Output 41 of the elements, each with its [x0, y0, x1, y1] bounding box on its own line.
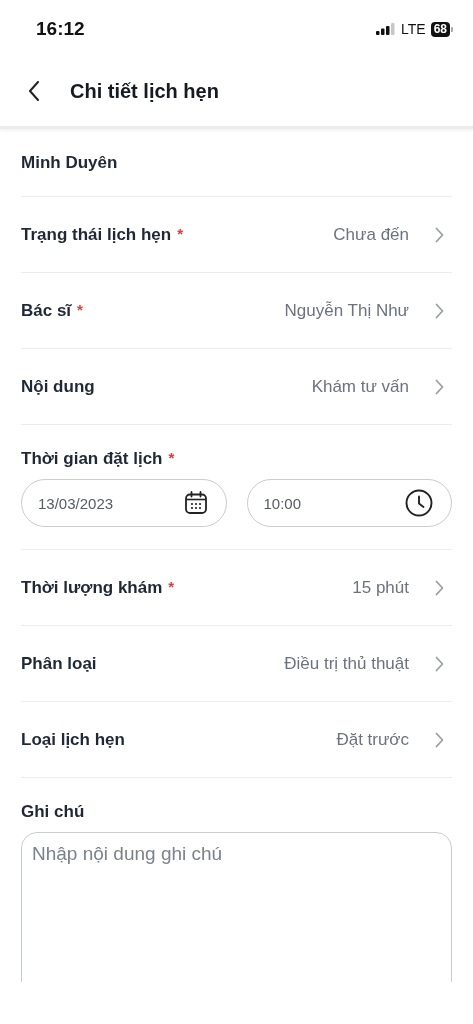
field-value: 15 phút — [352, 577, 409, 598]
chevron-right-icon — [435, 378, 444, 395]
field-value: Đặt trước — [336, 729, 409, 750]
select-row[interactable]: Bác sĩ * Nguyễn Thị Như — [21, 273, 452, 349]
field-value: Điều trị thủ thuật — [284, 653, 409, 674]
field-label: Loại lịch hẹn — [21, 729, 125, 750]
customer-name: Minh Duyên — [21, 152, 118, 173]
required-mark: * — [168, 577, 175, 595]
field-label: Thời lượng khám — [21, 577, 163, 598]
chevron-right-icon — [435, 655, 444, 672]
chevron-right-icon — [435, 731, 444, 748]
field-label: Thời gian đặt lịch — [21, 449, 163, 469]
field-value: Nguyễn Thị Như — [284, 300, 409, 321]
required-mark: * — [168, 449, 175, 466]
select-row[interactable]: Loại lịch hẹn Đặt trước — [21, 702, 452, 778]
required-mark: * — [77, 300, 83, 318]
battery-level: 68 — [430, 21, 450, 37]
chevron-right-icon — [435, 302, 444, 319]
status-time: 16:12 — [36, 18, 85, 40]
back-button[interactable] — [26, 79, 42, 103]
signal-icon — [376, 23, 396, 35]
field-value: Chưa đến — [333, 224, 409, 245]
page-title: Chi tiết lịch hẹn — [70, 79, 219, 103]
back-icon — [28, 81, 40, 101]
chevron-right-icon — [435, 226, 444, 243]
clock-icon — [405, 489, 433, 517]
network-label: LTE — [401, 21, 426, 37]
required-mark: * — [177, 224, 184, 242]
field-label: Phân loại — [21, 653, 97, 674]
field-label: Trạng thái lịch hẹn — [21, 224, 172, 245]
select-row[interactable]: Thời lượng khám * 15 phút — [21, 550, 452, 626]
select-row[interactable]: Nội dung Khám tư vấn — [21, 349, 452, 425]
field-label: Bác sĩ — [21, 300, 72, 321]
field-value: Khám tư vấn — [311, 376, 409, 397]
select-row[interactable]: Trạng thái lịch hẹn * Chưa đến — [21, 197, 452, 273]
field-label: Nội dung — [21, 376, 95, 397]
chevron-right-icon — [435, 579, 444, 596]
note-field[interactable]: Nhập nội dung ghi chú — [21, 832, 452, 982]
calendar-icon — [183, 491, 208, 515]
field-label: Ghi chú — [21, 802, 85, 822]
select-row[interactable]: Phân loại Điều trị thủ thuật — [21, 626, 452, 702]
